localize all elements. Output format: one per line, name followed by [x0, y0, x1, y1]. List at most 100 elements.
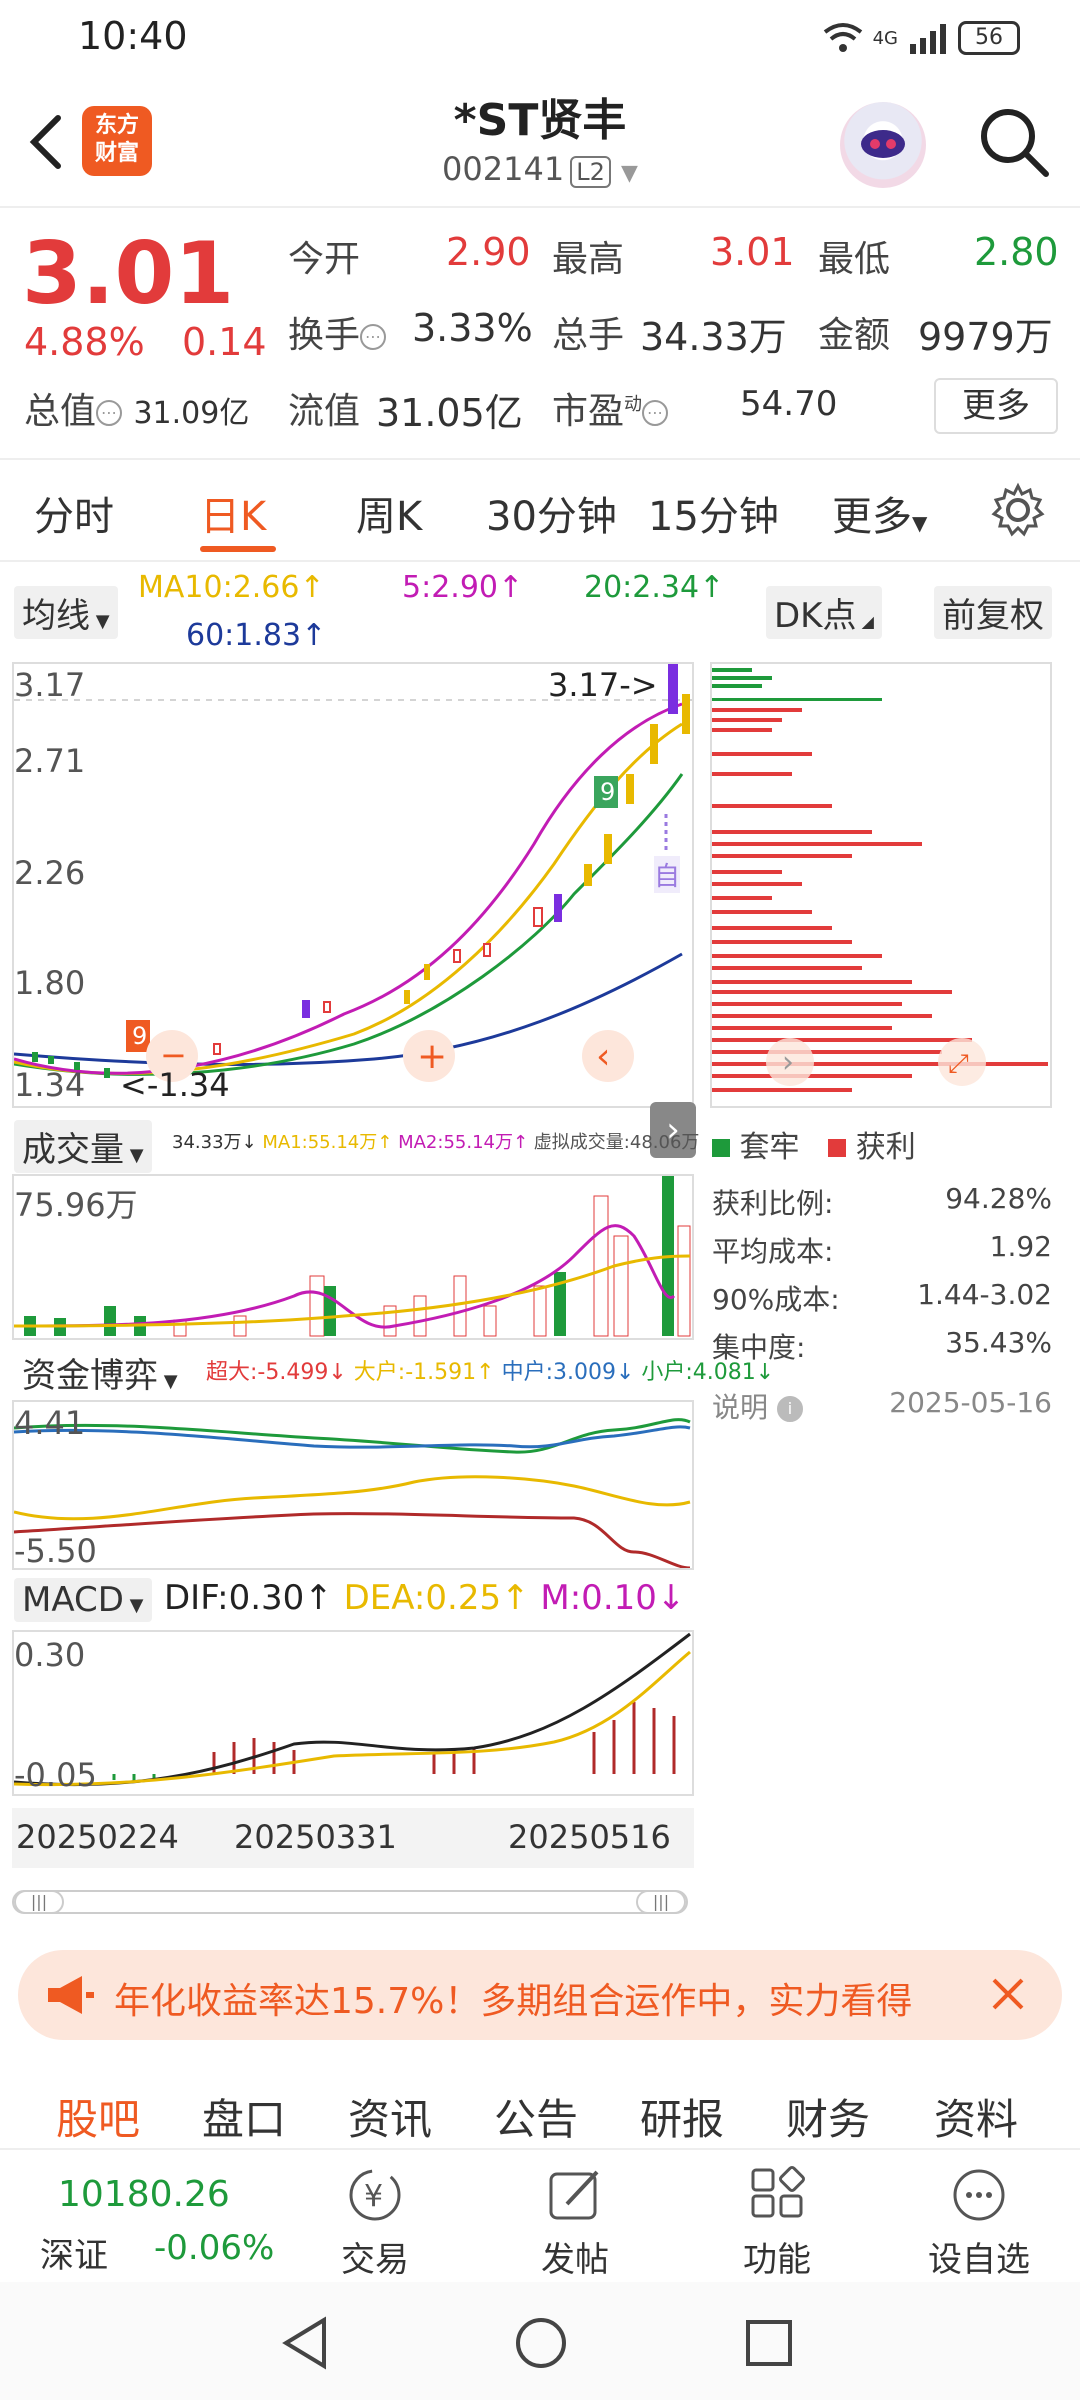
tab-30min[interactable]: 30分钟	[486, 484, 617, 542]
settings-gear-icon[interactable]	[990, 482, 1046, 538]
scroll-handle-right[interactable]: |||	[636, 1890, 686, 1914]
capital-chart	[13, 1418, 691, 1570]
open-label: 今开	[288, 239, 361, 280]
index-value: 10180.26	[58, 2174, 230, 2215]
chip-distribution-panel[interactable]: › ⤢	[710, 662, 1052, 1108]
info-icon: i	[776, 1396, 803, 1422]
turnover-label: 换手 ⋯	[288, 306, 387, 358]
active-tab-underline	[200, 546, 276, 552]
tab-intraday[interactable]: 分时	[34, 484, 114, 542]
pe-label: 市盈动 ⋯	[552, 382, 669, 434]
header: 东方 财富 *ST贤丰 002141 L2 ▼	[0, 72, 1080, 208]
y-label: 2.26	[14, 854, 86, 892]
amount-value: 9979万	[918, 315, 1053, 359]
svg-text:‹: ‹	[596, 1036, 610, 1077]
quote-panel: 3.01 4.88% 0.14 总值 ⋯ 31.09亿 今开 2.90 最高 3.…	[0, 210, 1080, 460]
tab-announcements[interactable]: 公告	[494, 2086, 578, 2147]
macd-panel[interactable]: 0.30 -0.05	[12, 1630, 694, 1796]
tab-research[interactable]: 研报	[640, 2086, 724, 2147]
capital-panel[interactable]: 4.41 -5.50	[12, 1400, 694, 1570]
low-marker: <-1.34	[120, 1066, 230, 1104]
tab-order-book[interactable]: 盘口	[202, 2086, 286, 2147]
volume-label: 总手	[552, 315, 625, 356]
battery-icon: 56	[958, 21, 1020, 55]
wifi-icon	[823, 23, 862, 52]
y-label-top: 3.17	[14, 666, 86, 704]
low-label: 最低	[818, 239, 891, 280]
svg-text:¥: ¥	[364, 2179, 383, 2214]
adjust-button[interactable]: 前复权	[934, 586, 1052, 639]
capital-legend: 超大:-5.499↓ 大户:-1.591↑ 中户:3.009↓ 小户:4.081…	[206, 1360, 775, 1385]
macd-legend: DIF:0.30↑ DEA:0.25↑ M:0.10↓	[164, 1578, 686, 1618]
more-button[interactable]: 更多	[934, 378, 1058, 434]
status-icons: 4G 56	[823, 18, 1020, 58]
dk-point-button[interactable]: DK点 ◢	[766, 586, 882, 639]
macd-chart	[13, 1632, 691, 1787]
svg-text:9: 9	[600, 778, 615, 806]
assistant-avatar[interactable]	[840, 102, 926, 188]
nav-home-icon[interactable]	[514, 2316, 568, 2370]
edit-icon	[549, 2170, 599, 2220]
promo-banner[interactable]: 年化收益率达15.7%！多期组合运作中，实力看得	[18, 1950, 1062, 2040]
add-watchlist-button[interactable]: 设自选	[904, 2164, 1054, 2281]
chip-distribution-chart: › ⤢	[712, 668, 1048, 1092]
volume-value: 34.33万	[640, 315, 787, 359]
chip-note-row[interactable]: 说明 i 2025-05-16	[712, 1386, 1052, 1426]
y-label-bottom: 1.34	[14, 1066, 86, 1104]
period-tabs: 分时 日K 周K 30分钟 15分钟 更多▼	[0, 462, 1080, 562]
close-icon[interactable]	[986, 1972, 1030, 2016]
tab-more[interactable]: 更多▼	[832, 484, 927, 542]
volume-legend: 34.33万↓ MA1:55.14万↑ MA2:55.14万↑ 虚拟成交量:48…	[172, 1132, 700, 1153]
signal-icon	[910, 24, 946, 54]
tab-daily-k[interactable]: 日K	[200, 484, 266, 542]
date-axis: 20250224 20250331 20250516	[12, 1808, 694, 1868]
y-label: 1.80	[14, 964, 86, 1002]
kline-panel[interactable]: 9 9 − + ‹ 3.17 2.71 2.26 1.80 1.34 3.17-…	[12, 662, 696, 1158]
dropdown-caret-icon: ▼	[621, 161, 638, 186]
tab-15min[interactable]: 15分钟	[648, 484, 779, 542]
high-label: 最高	[552, 239, 625, 280]
date-label: 20250331	[234, 1818, 397, 1856]
pe-value: 54.70	[740, 384, 838, 424]
trade-button[interactable]: ¥ 交易	[300, 2164, 450, 2281]
status-bar: 10:40 4G 56	[0, 0, 1080, 72]
functions-button[interactable]: 功能	[702, 2164, 852, 2281]
stat-concentration: 集中度: 35.43%	[712, 1326, 1052, 1364]
svg-text:9: 9	[132, 1022, 147, 1050]
capital-selector[interactable]: 资金博弈 ▼	[14, 1346, 186, 1399]
open-value: 2.90	[446, 230, 531, 274]
high-value: 3.01	[710, 230, 795, 274]
bottom-toolbar: 10180.26 深证 -0.06% ¥ 交易 发帖 功能 设自选	[0, 2148, 1080, 2282]
macd-selector[interactable]: MACD ▼	[14, 1578, 152, 1622]
tab-weekly-k[interactable]: 周K	[356, 484, 422, 542]
high-marker: 3.17->	[548, 666, 658, 704]
volume-selector[interactable]: 成交量 ▼	[14, 1120, 152, 1173]
post-button[interactable]: 发帖	[500, 2164, 650, 2281]
yuan-exchange-icon: ¥	[349, 2169, 401, 2221]
volume-panel[interactable]: 75.96万	[12, 1174, 694, 1340]
index-ticker[interactable]: 10180.26 深证 -0.06%	[0, 2150, 300, 2284]
ma-selector[interactable]: 均线 ▼	[14, 586, 118, 639]
search-icon[interactable]	[976, 104, 1052, 180]
tab-profile[interactable]: 资料	[934, 2086, 1018, 2147]
scroll-handle-left[interactable]: |||	[14, 1890, 64, 1914]
tab-guba[interactable]: 股吧	[56, 2086, 140, 2147]
float-mcap-label: 流值	[288, 391, 361, 432]
auto-label: 自	[654, 856, 681, 893]
megaphone-icon	[48, 1976, 94, 2014]
stat-avg-cost: 平均成本: 1.92	[712, 1230, 1052, 1268]
amount-label: 金额	[818, 315, 891, 356]
promo-text: 年化收益率达15.7%！多期组合运作中，实力看得	[114, 1981, 913, 2022]
system-nav-bar	[0, 2282, 1080, 2400]
svg-text:⤢: ⤢	[948, 1049, 969, 1079]
tab-finance[interactable]: 财务	[786, 2086, 870, 2147]
info-icon: ⋯	[642, 400, 669, 426]
info-icon: ⋯	[360, 324, 387, 350]
tab-news[interactable]: 资讯	[348, 2086, 432, 2147]
turnover-value: 3.33%	[412, 306, 533, 350]
range-scrollbar[interactable]: ||| |||	[12, 1890, 688, 1914]
svg-text:+: +	[417, 1036, 447, 1077]
kline-chart: 9 9 − + ‹	[13, 664, 692, 1082]
nav-back-icon[interactable]	[280, 2316, 330, 2370]
nav-recents-icon[interactable]	[744, 2318, 794, 2368]
